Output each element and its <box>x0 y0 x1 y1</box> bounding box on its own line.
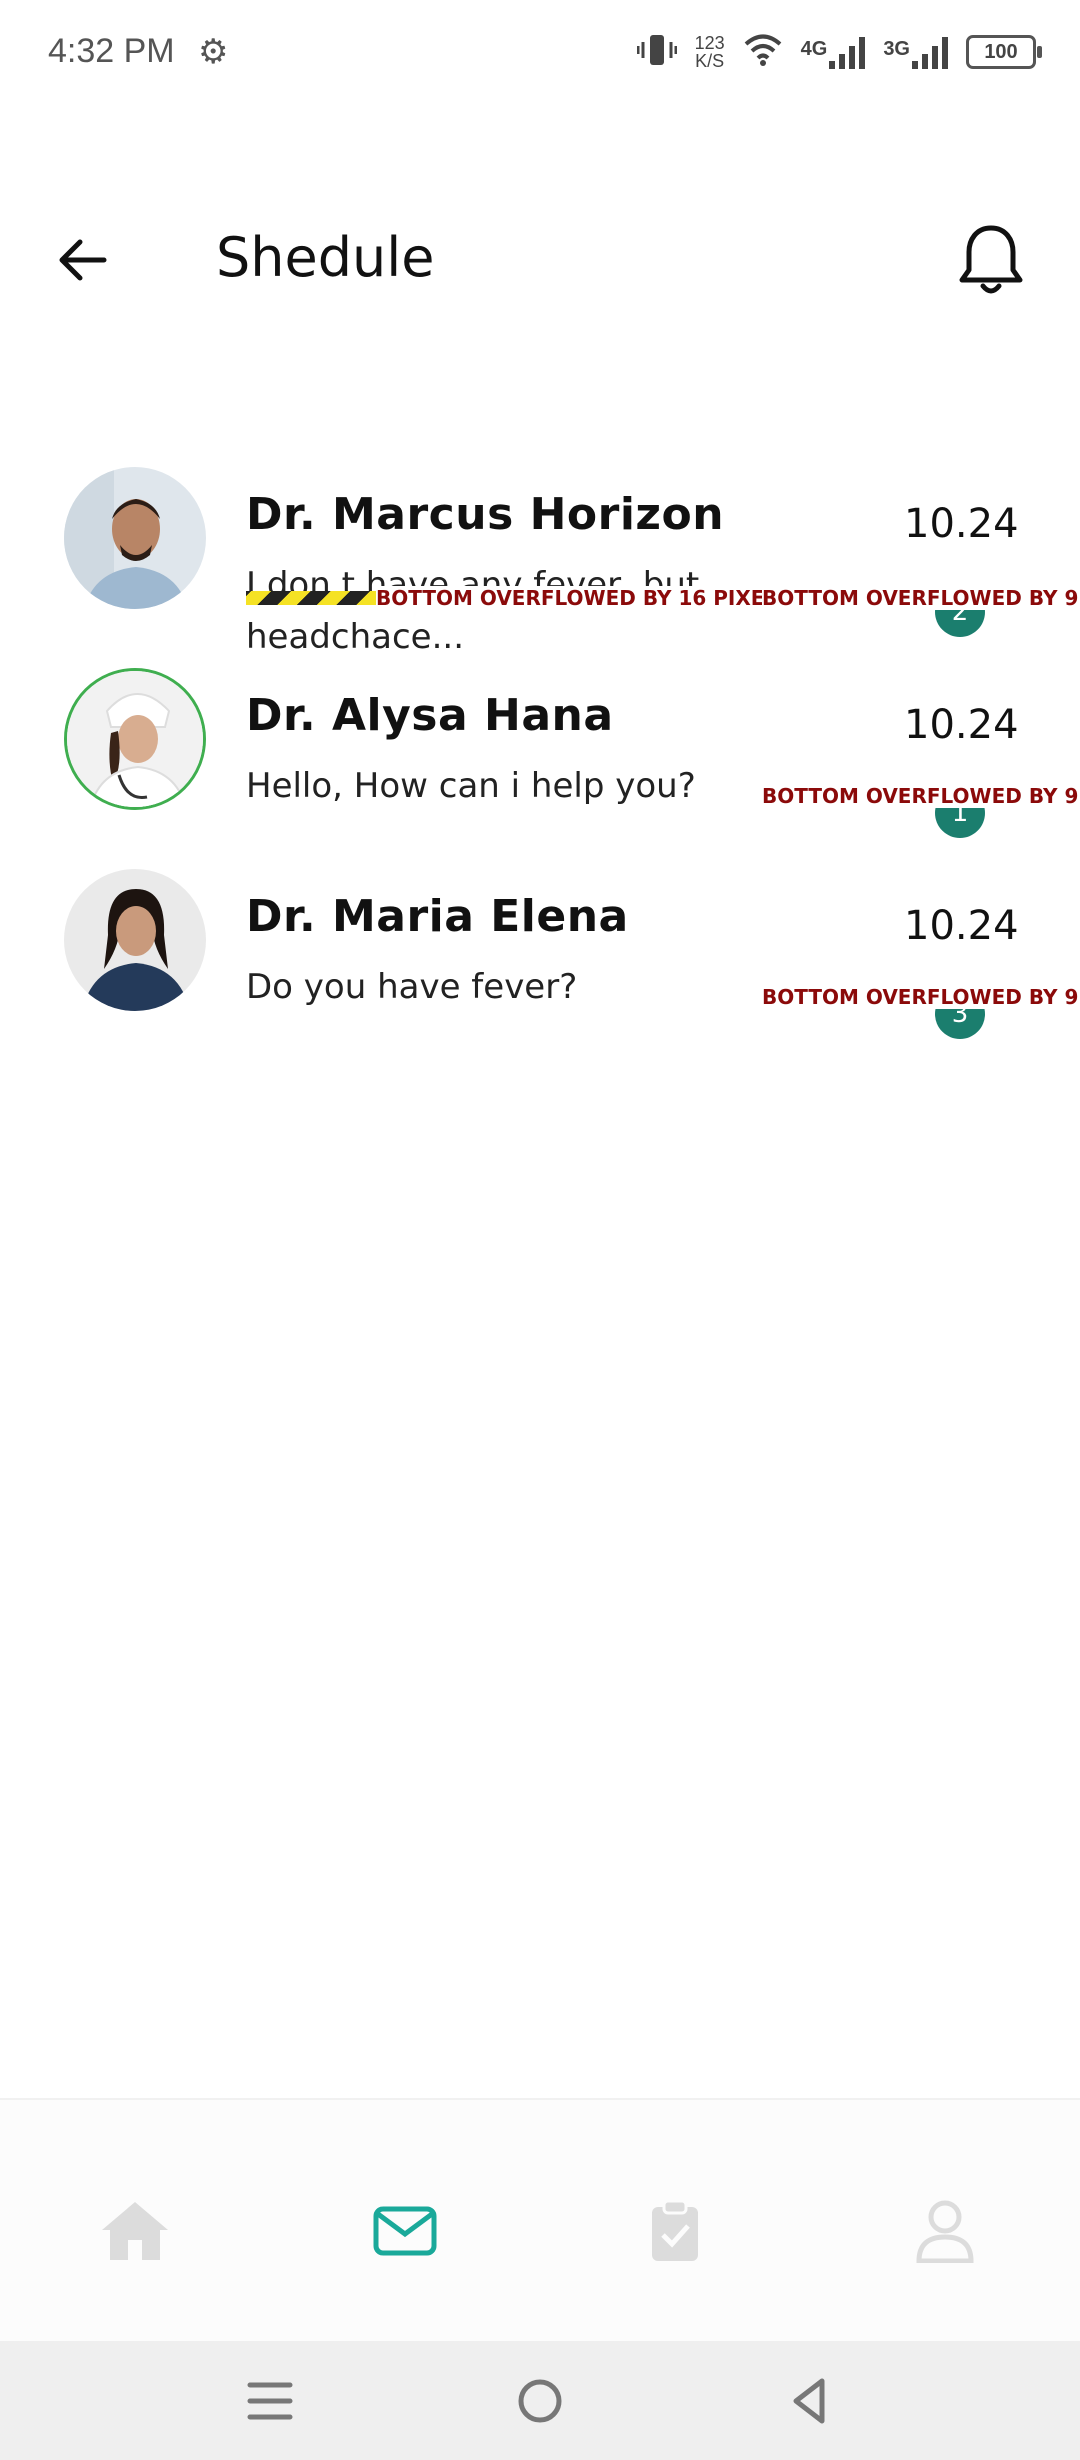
signal-4g-label: 4G <box>800 38 828 60</box>
overflow-warning-stripe <box>246 591 376 605</box>
signal-bars-icon <box>912 35 948 69</box>
doctor-name: Dr. Alysa Hana <box>246 690 614 741</box>
network-speed-unit: K/S <box>695 51 725 71</box>
back-triangle-icon[interactable] <box>782 2373 838 2429</box>
overflow-warning: BOTTOM OVERFLOWED BY 9.2 <box>762 985 1080 1009</box>
vibrate-icon <box>636 32 678 73</box>
wifi-icon <box>743 33 783 72</box>
menu-icon[interactable] <box>242 2373 298 2429</box>
chat-item[interactable]: Dr. Alysa Hana Hello, How can i help you… <box>0 668 1080 868</box>
bottom-navigation <box>0 2098 1080 2343</box>
home-icon[interactable] <box>100 2196 170 2266</box>
overflow-warning: BOTTOM OVERFLOWED BY 16 PIXELS <box>376 586 792 610</box>
doctor-name: Dr. Maria Elena <box>246 891 629 942</box>
app-header: Shedule <box>0 200 1080 320</box>
overflow-warning: BOTTOM OVERFLOWED BY 9.2 <box>762 784 1080 808</box>
message-time: 10.24 <box>904 702 1019 748</box>
doctor-avatar <box>64 668 206 810</box>
overflow-warning: BOTTOM OVERFLOWED BY 9.2 <box>762 586 1080 610</box>
signal-3g: 3G <box>883 35 948 69</box>
signal-bars-icon <box>829 35 866 69</box>
message-time: 10.24 <box>904 501 1019 547</box>
network-speed: 123 K/S <box>695 34 725 70</box>
user-icon[interactable] <box>910 2196 980 2266</box>
back-arrow-icon[interactable] <box>52 230 112 290</box>
chat-item[interactable]: Dr. Maria Elena Do you have fever? 10.24… <box>0 869 1080 1069</box>
status-icons: 123 K/S 4G 3G 100 <box>636 30 1042 74</box>
home-circle-icon[interactable] <box>512 2373 568 2429</box>
message-preview: Do you have fever? <box>246 967 578 1007</box>
system-navigation-bar <box>0 2341 1080 2460</box>
message-preview: Hello, How can i help you? <box>246 766 696 806</box>
battery-level: 100 <box>984 40 1018 63</box>
message-time: 10.24 <box>904 903 1019 949</box>
battery-icon: 100 <box>966 35 1042 69</box>
chat-item[interactable]: Dr. Marcus Horizon I don,t have any feve… <box>0 467 1080 667</box>
settings-gear-icon: ⚙ <box>198 32 229 72</box>
status-bar: 4:32 PM ⚙ 123 K/S 4G 3G 100 <box>0 0 1080 110</box>
status-time: 4:32 PM <box>48 32 175 70</box>
page-title: Shedule <box>216 226 435 289</box>
notification-bell-icon[interactable] <box>956 222 1026 298</box>
message-preview: I don,t have any fever, but headchace... <box>246 565 700 657</box>
clipboard-check-icon[interactable] <box>640 2196 710 2266</box>
doctor-name: Dr. Marcus Horizon <box>246 489 725 540</box>
doctor-avatar <box>64 467 206 609</box>
doctor-avatar <box>64 869 206 1011</box>
network-speed-value: 123 <box>694 33 725 53</box>
signal-3g-label: 3G <box>883 38 910 60</box>
mail-icon[interactable] <box>370 2196 440 2266</box>
signal-4g: 4G <box>801 35 866 69</box>
